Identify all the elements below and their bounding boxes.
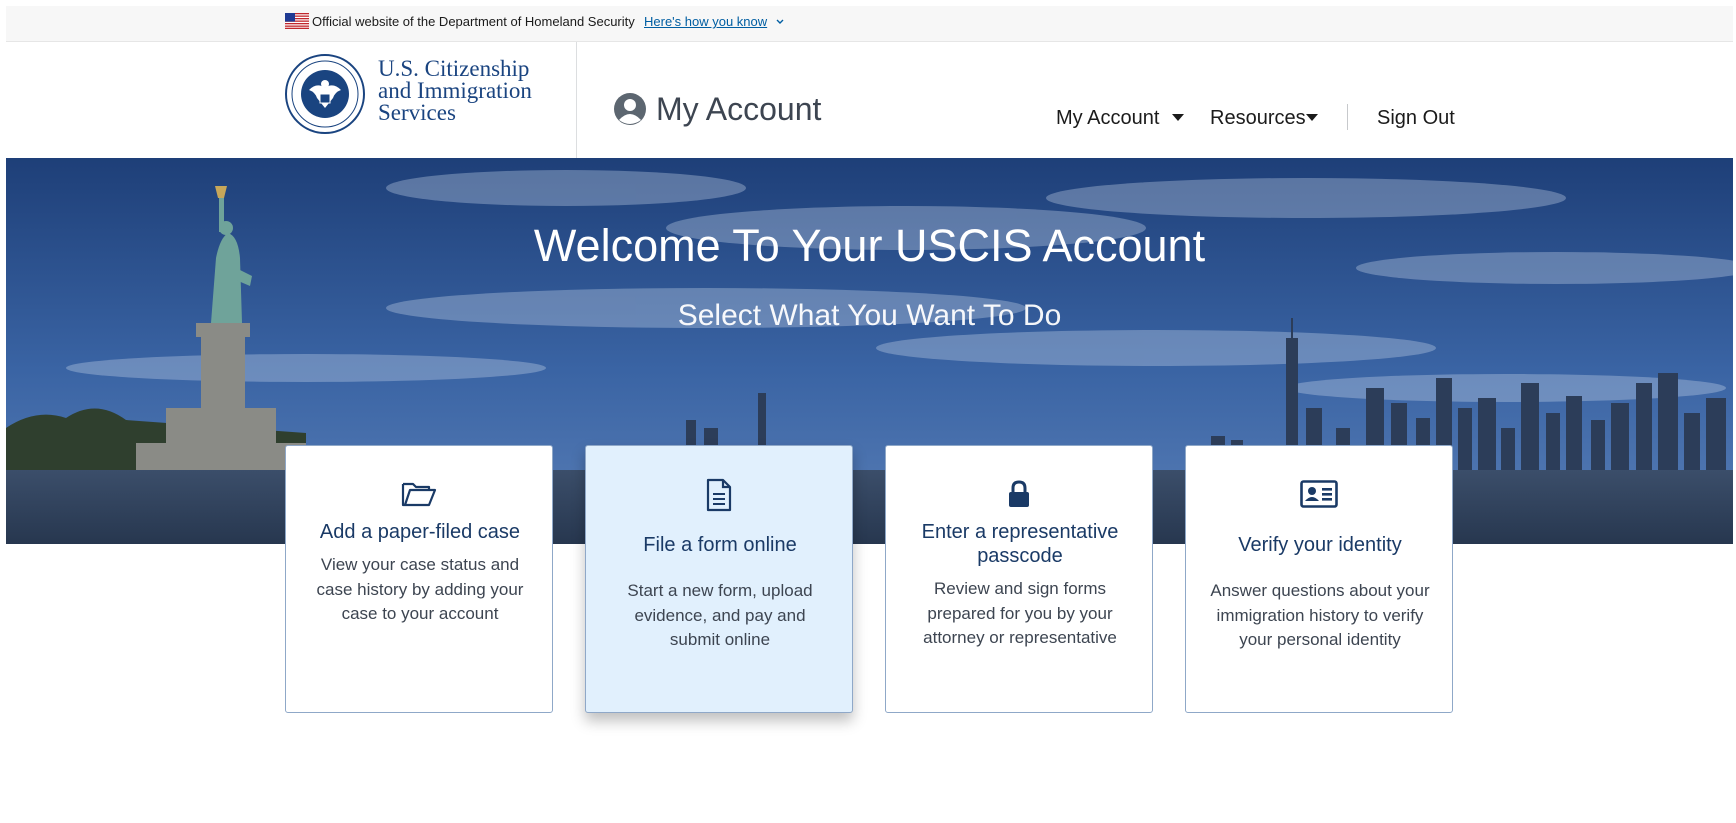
lock-icon: [1009, 480, 1029, 507]
caret-down-icon[interactable]: [1172, 114, 1184, 122]
how-you-know-link[interactable]: Here's how you know: [644, 12, 767, 32]
hero-banner: Welcome To Your USCIS Account Select Wha…: [6, 158, 1733, 544]
document-icon: [706, 478, 732, 512]
card-add-paper-filed-case[interactable]: Add a paper-filed case View your case st…: [285, 445, 553, 713]
card-enter-representative-passcode[interactable]: Enter a representative passcode Review a…: [885, 445, 1153, 713]
card-description: Answer questions about your immigration …: [1210, 581, 1430, 649]
nav-my-account[interactable]: My Account: [1056, 104, 1159, 132]
page: Official website of the Department of Ho…: [6, 6, 1733, 823]
card-title: Enter a representative passcode: [921, 521, 1119, 567]
us-flag-icon: [285, 13, 309, 29]
hero-subtitle: Select What You Want To Do: [677, 299, 1062, 332]
hero-title: Welcome To Your USCIS Account: [533, 220, 1206, 271]
chevron-down-icon[interactable]: [776, 19, 784, 25]
nav-sign-out[interactable]: Sign Out: [1377, 104, 1455, 132]
folder-open-icon: [401, 482, 437, 507]
site-header: U.S. Citizenship and Immigration Service…: [6, 42, 1733, 158]
card-file-form-online[interactable]: File a form online Start a new form, upl…: [585, 445, 853, 713]
id-card-icon: [1300, 480, 1338, 508]
nav-separator: [1347, 104, 1348, 130]
logo-line-1: U.S. Citizenship: [378, 56, 530, 81]
card-description: View your case status and case history b…: [316, 555, 524, 623]
logo-line-3: Services: [378, 100, 456, 125]
card-title: Verify your identity: [1238, 534, 1402, 556]
uscis-logo-text[interactable]: U.S. Citizenship and Immigration Service…: [378, 56, 532, 125]
caret-down-icon[interactable]: [1306, 114, 1318, 122]
statue-of-liberty-skyline-image: [6, 158, 1733, 544]
page-title: My Account: [656, 91, 822, 127]
official-website-text: Official website of the Department of Ho…: [312, 14, 635, 29]
dhs-seal-icon[interactable]: [285, 54, 365, 134]
card-description: Start a new form, upload evidence, and p…: [627, 581, 813, 649]
logo-line-2: and Immigration: [378, 78, 532, 103]
card-description: Review and sign forms prepared for you b…: [923, 579, 1117, 647]
card-verify-identity[interactable]: Verify your identity Answer questions ab…: [1185, 445, 1453, 713]
card-title: Add a paper-filed case: [319, 521, 521, 543]
header-divider: [576, 42, 577, 158]
user-circle-icon: [614, 93, 646, 125]
card-title: File a form online: [643, 534, 797, 556]
gov-banner: Official website of the Department of Ho…: [6, 6, 1733, 42]
nav-resources[interactable]: Resources: [1210, 104, 1306, 132]
